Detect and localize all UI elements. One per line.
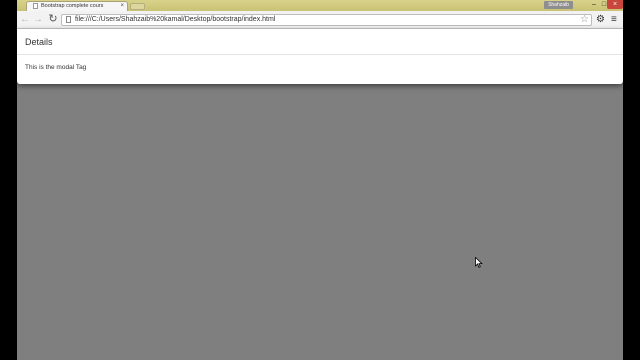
browser-toolbar: ← → ↻ file:///C:/Users/Shahzaib%20kamal/… [17, 11, 623, 29]
page-viewport[interactable]: Details This is the modal Tag [17, 29, 623, 360]
bookmark-star-icon[interactable]: ☆ [580, 13, 589, 26]
modal-title: Details [25, 37, 53, 47]
reload-icon[interactable]: ↻ [47, 13, 59, 26]
tab-close-icon[interactable]: × [120, 2, 124, 11]
screen: Bootstrap complete cours × Shahzaib – □ … [0, 0, 640, 360]
address-bar[interactable]: file:///C:/Users/Shahzaib%20kamal/Deskto… [61, 14, 592, 26]
mouse-cursor-icon [475, 257, 483, 268]
extension-gear-icon[interactable]: ⚙ [596, 13, 605, 26]
url-text[interactable]: file:///C:/Users/Shahzaib%20kamal/Deskto… [75, 15, 275, 25]
browser-tab[interactable]: Bootstrap complete cours × [26, 1, 128, 11]
modal-header: Details [17, 29, 623, 55]
tab-title: Bootstrap complete cours [41, 3, 104, 9]
minimize-button[interactable]: – [589, 0, 599, 9]
page-icon [33, 3, 38, 9]
modal-body-text: This is the modal Tag [25, 64, 87, 71]
back-arrow-icon[interactable]: ← [19, 13, 31, 26]
page-icon [66, 16, 71, 23]
profile-name-badge[interactable]: Shahzaib [544, 1, 573, 9]
chrome-menu-icon[interactable]: ≡ [611, 13, 617, 26]
new-tab-button[interactable] [130, 3, 145, 10]
title-bar: Bootstrap complete cours × Shahzaib – □ … [17, 0, 623, 11]
forward-arrow-icon[interactable]: → [32, 13, 44, 26]
close-window-button[interactable]: × [607, 0, 623, 9]
browser-window: Bootstrap complete cours × Shahzaib – □ … [17, 0, 623, 360]
modal-dialog: Details This is the modal Tag [17, 29, 623, 84]
